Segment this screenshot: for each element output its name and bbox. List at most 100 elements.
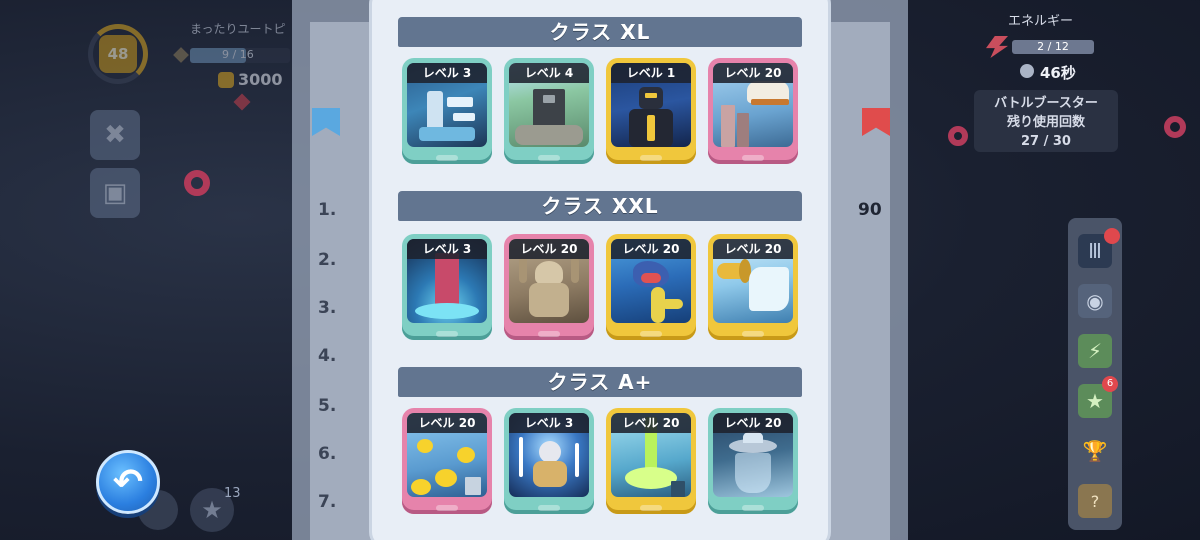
art-shape xyxy=(411,479,431,495)
art-shape xyxy=(625,467,677,489)
monster-art: レベル 3 xyxy=(509,413,589,497)
art-shape xyxy=(519,257,527,283)
section-header: クラス XXL xyxy=(398,191,802,221)
stopwatch-icon xyxy=(1020,64,1034,78)
card-level-label: レベル 20 xyxy=(713,239,793,259)
wrench-icon: ✖ xyxy=(104,120,126,150)
bolt-card-icon: ⚡ xyxy=(1087,339,1103,363)
booster-title: バトルブースター xyxy=(994,96,1098,111)
energy-value: 2 / 12 xyxy=(1012,40,1094,54)
art-shape xyxy=(735,453,771,493)
donut-decoration-icon xyxy=(184,170,210,196)
gem-icon xyxy=(233,93,251,111)
rank-label: 3. xyxy=(318,298,337,318)
star-icon: ★ xyxy=(201,496,223,524)
monster-card-rubber-ducks[interactable]: レベル 20 xyxy=(402,408,492,514)
rank-score: 90 xyxy=(858,200,882,220)
monster-art: レベル 20 xyxy=(611,413,691,497)
art-shape xyxy=(465,477,481,495)
trophy-button[interactable]: 🏆 xyxy=(1078,434,1112,468)
art-shape xyxy=(749,267,789,311)
monster-card-sea-serpent[interactable]: レベル 20 xyxy=(606,234,696,340)
player-name: まったりユートピ xyxy=(190,22,286,36)
missions-button[interactable]: ⚡ xyxy=(1078,334,1112,368)
monster-art: レベル 20 xyxy=(509,239,589,323)
radar-button[interactable]: ◉ xyxy=(1078,284,1112,318)
art-shape xyxy=(533,461,567,487)
monster-card-ufo[interactable]: レベル 20 xyxy=(708,408,798,514)
art-shape xyxy=(671,481,685,497)
booster-subtitle: 残り使用回数 xyxy=(1006,115,1085,130)
monster-card-giant-foot[interactable]: レベル 20 xyxy=(708,58,798,164)
monster-card-dark-knight[interactable]: レベル 1 xyxy=(606,58,696,164)
help-book-icon: ? xyxy=(1090,491,1100,511)
xp-text: 9 / 16 xyxy=(222,48,254,61)
back-arrow-icon: ↶ xyxy=(112,461,144,503)
monster-card-pipe-flood[interactable]: レベル 20 xyxy=(708,234,798,340)
card-level-label: レベル 4 xyxy=(509,63,589,83)
star-card-icon: ★ xyxy=(1086,389,1104,413)
art-shape xyxy=(539,441,561,463)
art-shape xyxy=(457,447,475,463)
monster-art: レベル 3 xyxy=(407,239,487,323)
card-level-label: レベル 20 xyxy=(407,413,487,433)
tools-button[interactable]: ✖ xyxy=(90,110,140,160)
energy-label: エネルギー xyxy=(1008,14,1074,29)
art-shape xyxy=(453,113,475,121)
card-level-label: レベル 20 xyxy=(611,239,691,259)
rank-label: 5. xyxy=(318,396,337,416)
card-level-label: レベル 20 xyxy=(713,413,793,433)
monster-class-modal: クラス XL レベル 3 レベル 4 レベル 1 レベル 20 クラス XXL レベル 3 レ… xyxy=(372,0,828,540)
coin-count: 3000 xyxy=(238,70,283,89)
art-shape xyxy=(535,261,563,285)
art-shape xyxy=(417,439,433,453)
art-shape xyxy=(645,93,657,98)
battle-booster-panel: バトルブースター 残り使用回数 27 / 30 xyxy=(974,90,1118,152)
art-shape xyxy=(647,115,655,141)
monster-card-stone-block[interactable]: レベル 4 xyxy=(504,58,594,164)
monster-art: レベル 20 xyxy=(407,413,487,497)
section-header: クラス A+ xyxy=(398,367,802,397)
help-button[interactable]: ? xyxy=(1078,484,1112,518)
bag-button[interactable]: ▣ xyxy=(90,168,140,218)
shopping-bag-icon: ▣ xyxy=(102,178,128,208)
notification-badge: 6 xyxy=(1102,376,1118,392)
shield-icon: Ⅲ xyxy=(1088,239,1102,263)
art-shape xyxy=(575,443,579,477)
card-level-label: レベル 3 xyxy=(509,413,589,433)
art-shape xyxy=(721,105,735,147)
card-level-label: レベル 3 xyxy=(407,63,487,83)
player-level: 48 xyxy=(99,35,137,73)
card-level-label: レベル 20 xyxy=(611,413,691,433)
monster-card-skeleton-hand[interactable]: レベル 3 xyxy=(402,58,492,164)
rank-label: 6. xyxy=(318,444,337,464)
monster-art: レベル 1 xyxy=(611,63,691,147)
art-shape xyxy=(751,99,789,105)
player-level-ring[interactable]: 48 xyxy=(88,24,148,84)
art-shape xyxy=(571,257,579,283)
monster-card-lightning-god[interactable]: レベル 3 xyxy=(504,408,594,514)
monster-card-vortex-tower[interactable]: レベル 3 xyxy=(402,234,492,340)
monster-card-cthulhu-statue[interactable]: レベル 20 xyxy=(504,234,594,340)
energy-timer: 46秒 xyxy=(1040,64,1076,82)
monster-card-green-beam[interactable]: レベル 20 xyxy=(606,408,696,514)
card-level-label: レベル 20 xyxy=(713,63,793,83)
card-level-label: レベル 20 xyxy=(509,239,589,259)
art-shape xyxy=(419,127,475,141)
art-shape xyxy=(415,303,479,319)
monster-art: レベル 20 xyxy=(611,239,691,323)
back-button[interactable]: ↶ xyxy=(96,450,160,514)
art-shape xyxy=(639,87,663,109)
monster-art: レベル 20 xyxy=(713,413,793,497)
art-shape xyxy=(519,437,523,477)
monster-art: レベル 3 xyxy=(407,63,487,147)
coin-icon xyxy=(218,72,234,88)
art-shape xyxy=(447,97,473,107)
monster-art: レベル 20 xyxy=(713,239,793,323)
art-shape xyxy=(543,95,555,103)
art-shape xyxy=(435,469,457,487)
radar-icon: ◉ xyxy=(1086,289,1104,313)
rank-label: 4. xyxy=(318,346,337,366)
art-shape xyxy=(641,273,661,283)
rank-label: 1. xyxy=(318,200,337,220)
